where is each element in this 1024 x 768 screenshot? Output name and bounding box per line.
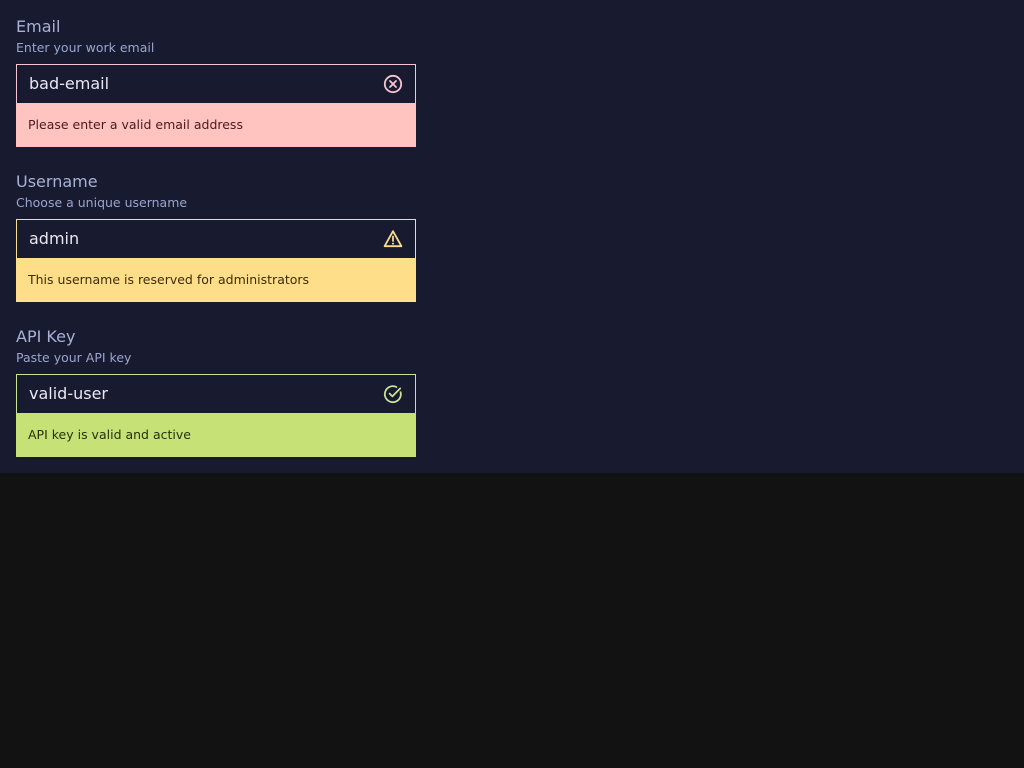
email-hint: Enter your work email	[16, 40, 155, 55]
email-input[interactable]	[29, 65, 369, 103]
api-key-input[interactable]	[29, 375, 369, 413]
error-circle-icon	[383, 74, 403, 94]
api-key-label: API Key	[16, 327, 76, 346]
warning-triangle-icon	[383, 230, 403, 248]
username-label: Username	[16, 172, 98, 191]
username-input-box[interactable]	[16, 219, 416, 258]
email-error-message: Please enter a valid email address	[16, 103, 416, 147]
username-hint: Choose a unique username	[16, 195, 188, 210]
check-circle-icon	[383, 385, 402, 404]
email-label: Email	[16, 17, 61, 36]
api-key-field-group: API Key Paste your API key API key is va…	[16, 327, 416, 457]
username-field-group: Username Choose a unique username This u…	[16, 172, 416, 302]
api-key-input-box[interactable]	[16, 374, 416, 413]
email-field-group: Email Enter your work email Please enter…	[16, 17, 416, 147]
api-key-success-message: API key is valid and active	[16, 413, 416, 457]
api-key-hint: Paste your API key	[16, 350, 132, 365]
username-input[interactable]	[29, 220, 369, 258]
email-input-box[interactable]	[16, 64, 416, 103]
form-panel: Email Enter your work email Please enter…	[0, 0, 1024, 473]
username-warning-message: This username is reserved for administra…	[16, 258, 416, 302]
